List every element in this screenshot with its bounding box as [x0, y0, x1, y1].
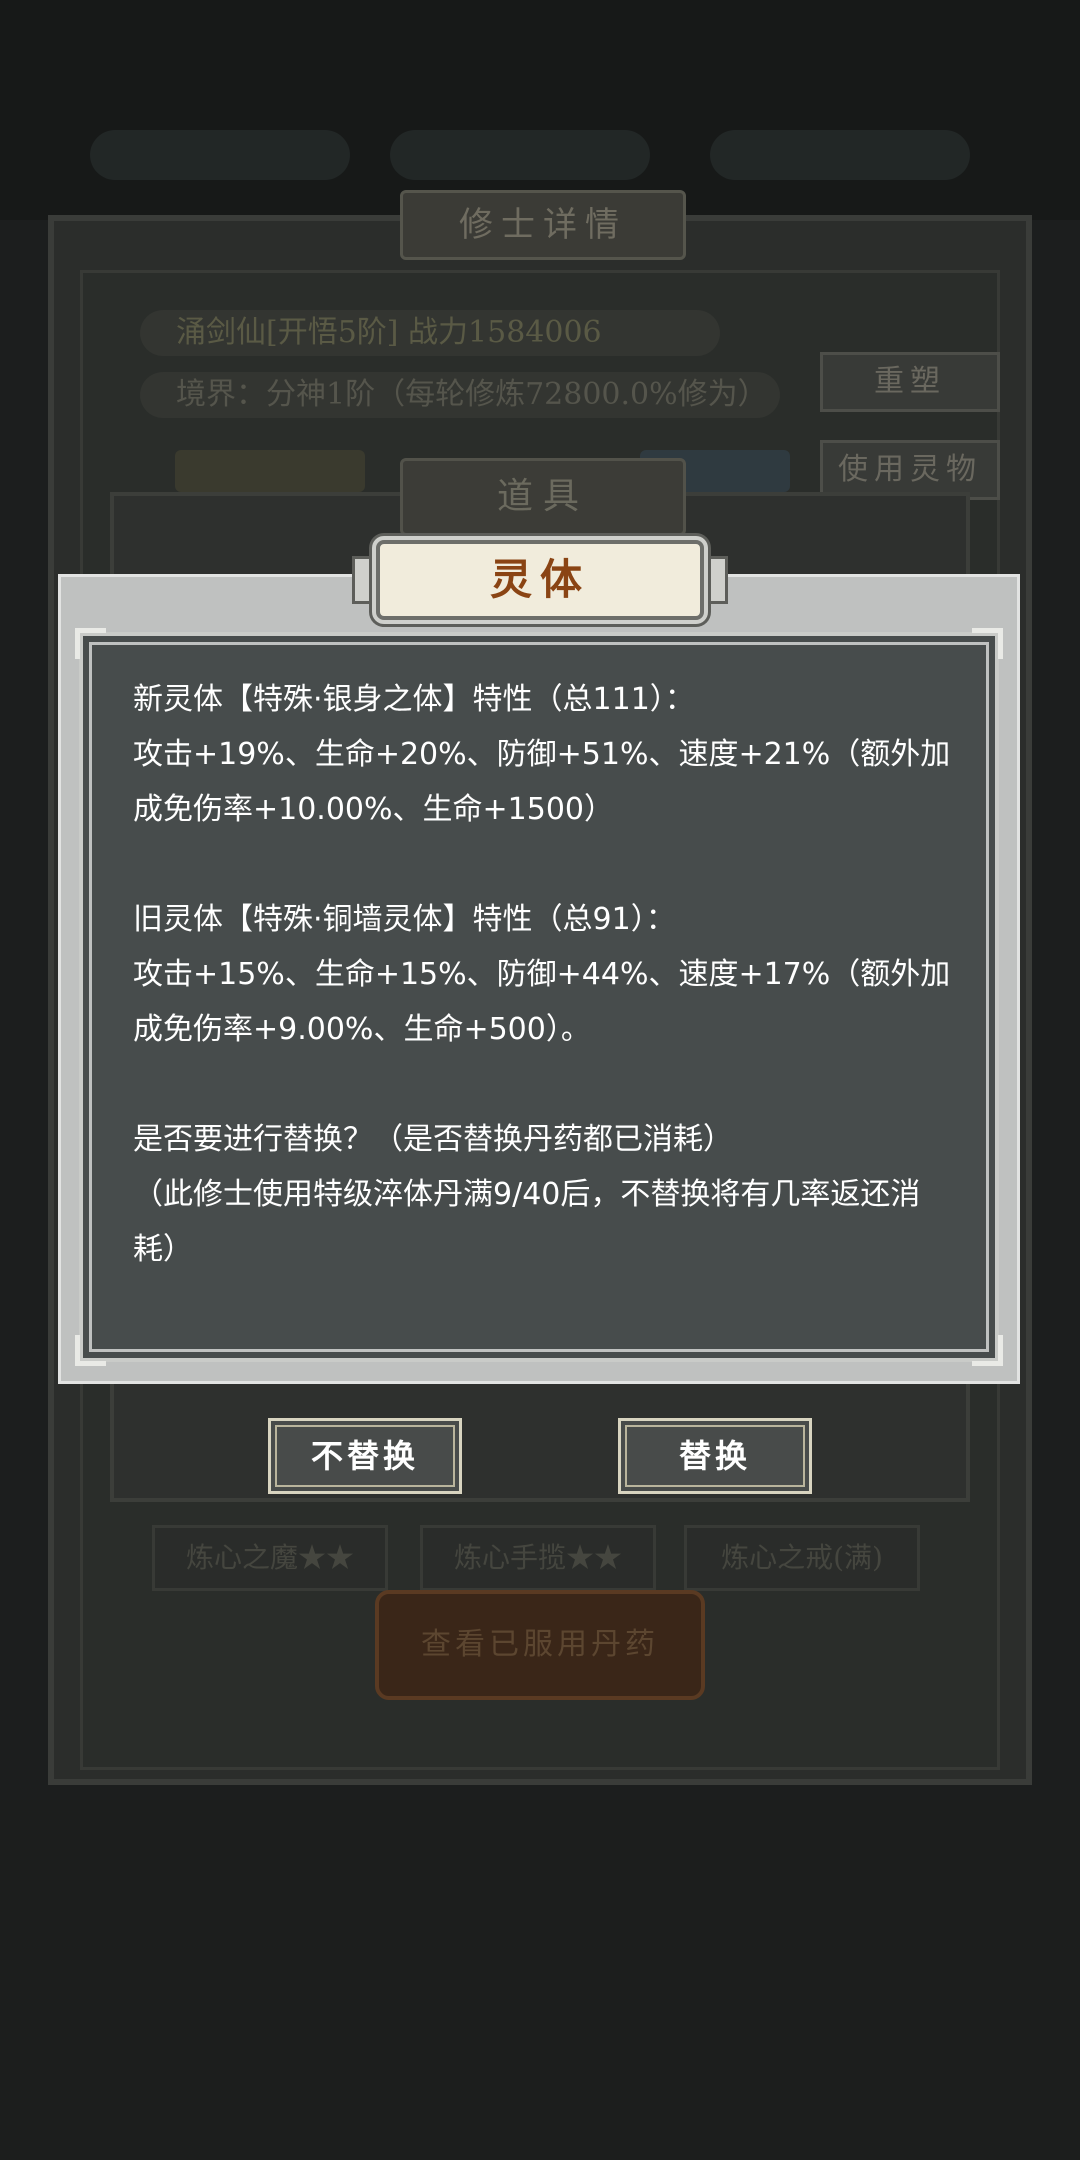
old-body-header: 旧灵体【特殊·铜墙灵体】特性（总91）：	[133, 902, 676, 937]
background-items-title: 道具	[400, 458, 686, 536]
new-body-header: 新灵体【特殊·银身之体】特性（总111）：	[133, 682, 695, 717]
background-realm-row: 境界：分神1阶（每轮修炼72800.0%修为）	[140, 372, 780, 418]
no-replace-button[interactable]: 不替换	[268, 1418, 462, 1494]
background-tab	[175, 450, 365, 492]
background-pill-3: 炼心之戒(满)	[684, 1525, 920, 1591]
background-pill-1: 炼心之魔★★	[152, 1525, 388, 1591]
corner-ornament	[972, 1335, 1003, 1366]
dialog-message: 新灵体【特殊·银身之体】特性（总111）： 攻击+19%、生命+20%、防御+5…	[133, 672, 963, 1277]
background-resource-bar	[90, 130, 990, 190]
background-view-pills-button: 查看已服用丹药	[375, 1590, 705, 1700]
background-title: 修士详情	[400, 190, 686, 260]
replace-note: （此修士使用特级淬体丹满9/40后，不替换将有几率返还消耗）	[133, 1177, 921, 1267]
background-bottom-band	[0, 1800, 1080, 2160]
old-body-stats: 攻击+15%、生命+15%、防御+44%、速度+17%（额外加成免伤率+9.00…	[133, 957, 951, 1047]
corner-ornament	[972, 628, 1003, 659]
dialog-title: 灵体	[376, 540, 704, 620]
corner-ornament	[75, 1335, 106, 1366]
replace-button[interactable]: 替换	[618, 1418, 812, 1494]
new-body-stats: 攻击+19%、生命+20%、防御+51%、速度+21%（额外加成免伤率+10.0…	[133, 737, 951, 827]
background-pill-2: 炼心手揽★★	[420, 1525, 656, 1591]
background-reshape-button: 重塑	[820, 352, 1000, 412]
background-name-row: 涌剑仙[开悟5阶] 战力1584006	[140, 310, 720, 356]
replace-question: 是否要进行替换？（是否替换丹药都已消耗）	[133, 1122, 733, 1157]
background-use-item-button: 使用灵物	[820, 440, 1000, 500]
corner-ornament	[75, 628, 106, 659]
